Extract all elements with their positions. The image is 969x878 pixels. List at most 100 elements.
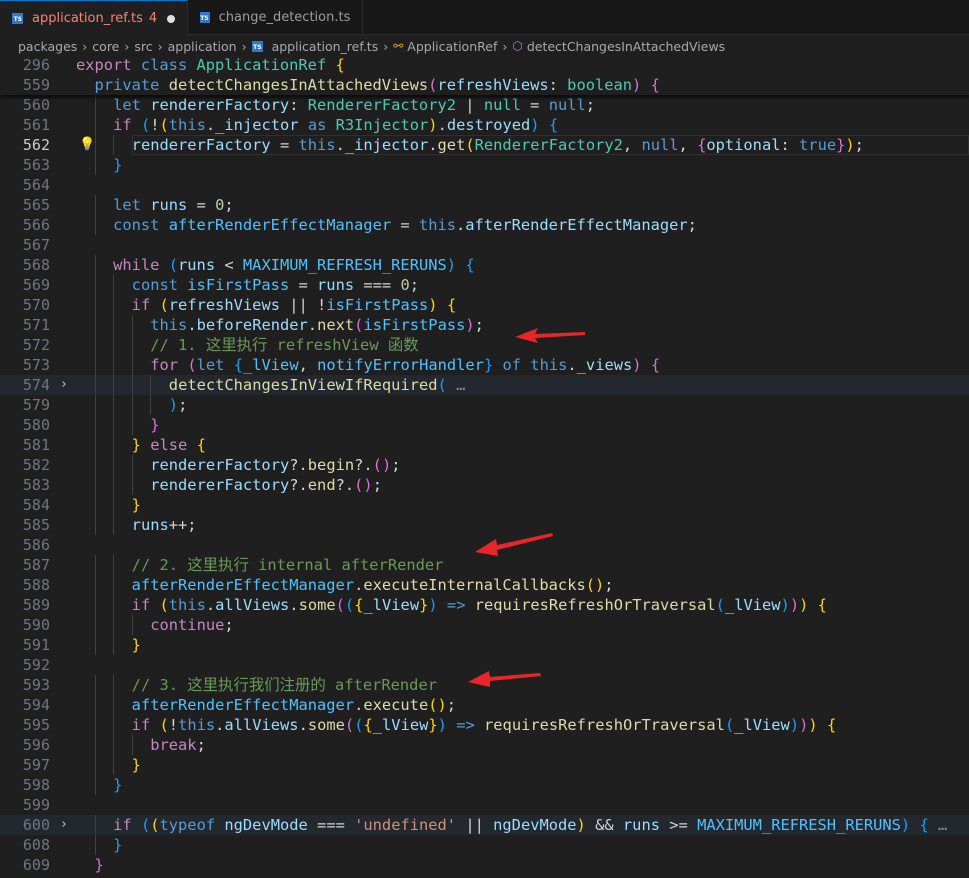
code-line[interactable]: 599 bbox=[0, 795, 969, 815]
code-line[interactable]: 562 💡 rendererFactory = this._injector.get… bbox=[0, 135, 969, 155]
code-line[interactable]: 559 private detectChangesInAttachedViews(… bbox=[0, 75, 969, 95]
code-line[interactable]: 567 bbox=[0, 235, 969, 255]
token-plain: | bbox=[456, 96, 484, 114]
lightbulb-icon[interactable]: 💡 bbox=[79, 135, 95, 155]
code-line[interactable]: 591} bbox=[0, 635, 969, 655]
code-line[interactable]: 584} bbox=[0, 495, 969, 515]
code-line[interactable]: 579); bbox=[0, 395, 969, 415]
indent-guide bbox=[113, 595, 115, 615]
token-var: afterRenderEffectManager bbox=[465, 216, 688, 234]
token-var: rendererFactory bbox=[140, 96, 290, 114]
code-line[interactable]: 560 let rendererFactory: RendererFactory2… bbox=[0, 95, 969, 115]
token-b3: ) bbox=[168, 396, 179, 414]
code-line[interactable]: 609} bbox=[0, 855, 969, 875]
code-line[interactable]: 597} bbox=[0, 755, 969, 775]
indent-guide bbox=[131, 395, 133, 415]
indent-guide bbox=[113, 435, 115, 455]
code-line[interactable]: 570 if (refreshViews || !isFirstPass) { bbox=[0, 295, 969, 315]
fold-chevron-icon[interactable]: › bbox=[60, 375, 68, 395]
breadcrumb-item[interactable]: detectChangesInAttachedViews bbox=[527, 39, 725, 54]
code-line[interactable]: 563} bbox=[0, 155, 969, 175]
token-ctrl: continue bbox=[150, 616, 225, 634]
code-line[interactable]: 581} else { bbox=[0, 435, 969, 455]
unsaved-dot-icon[interactable] bbox=[167, 14, 176, 23]
line-number: 560 bbox=[22, 96, 50, 114]
code-line[interactable]: 569 const isFirstPass = runs === 0; bbox=[0, 275, 969, 295]
breadcrumb-item[interactable]: core bbox=[92, 39, 119, 54]
code-line[interactable]: 608} bbox=[0, 835, 969, 855]
breadcrumb-item[interactable]: src bbox=[134, 39, 152, 54]
code-line[interactable]: 598} bbox=[0, 775, 969, 795]
breadcrumb-item[interactable]: ApplicationRef bbox=[407, 39, 497, 54]
breadcrumb-item[interactable]: application bbox=[168, 39, 237, 54]
code-line[interactable]: 568 while (runs < MAXIMUM_REFRESH_RERUNS)… bbox=[0, 255, 969, 275]
indent-guide bbox=[94, 395, 96, 415]
code-line[interactable]: 600 › if ((typeof ngDevMode === 'undefined… bbox=[0, 815, 969, 835]
token-plain: ; bbox=[178, 396, 188, 414]
code-line[interactable]: 572 // 1. 这里执行 refreshView 函数 bbox=[0, 335, 969, 355]
code-line[interactable]: 571 this.beforeRender.next(isFirstPass); bbox=[0, 315, 969, 335]
code-line[interactable]: 590 continue; bbox=[0, 615, 969, 635]
line-number: 585 bbox=[22, 516, 50, 534]
code-line[interactable]: 593 // 3. 这里执行我们注册的 afterRender bbox=[0, 675, 969, 695]
token-plain: && bbox=[585, 816, 623, 834]
breadcrumb-item[interactable]: packages bbox=[18, 39, 77, 54]
code-line[interactable]: 582 rendererFactory?.begin?.(); bbox=[0, 455, 969, 475]
chevron-right-icon: › bbox=[383, 38, 389, 54]
code-line[interactable]: 564 bbox=[0, 175, 969, 195]
line-number: 568 bbox=[22, 256, 50, 274]
indent-guide bbox=[113, 675, 115, 695]
indent-guide bbox=[94, 815, 96, 835]
token-plain: = bbox=[391, 216, 419, 234]
token-plain: . bbox=[205, 596, 216, 614]
fold-chevron-icon[interactable]: › bbox=[60, 815, 68, 835]
token-b1: { bbox=[363, 716, 373, 734]
token-b1: } bbox=[428, 716, 438, 734]
token-var: rendererFactory bbox=[150, 456, 290, 474]
tab-change-detection[interactable]: TS change_detection.ts bbox=[188, 0, 364, 35]
token-ctrl: if bbox=[131, 596, 151, 614]
code-line[interactable]: 573 for (let {_lView, notifyErrorHandler}… bbox=[0, 355, 969, 375]
tab-application-ref[interactable]: TS application_ref.ts 4 bbox=[0, 0, 189, 36]
code-line[interactable]: 588 afterRenderEffectManager.executeInter… bbox=[0, 575, 969, 595]
token-b3: ) bbox=[780, 596, 790, 614]
token-const: notifyErrorHandler bbox=[317, 356, 484, 374]
token-b1: ) bbox=[428, 296, 438, 314]
indent-guide bbox=[113, 455, 115, 475]
token-kw: private bbox=[94, 76, 160, 94]
token-b1: } bbox=[419, 596, 429, 614]
chevron-right-icon: › bbox=[241, 38, 247, 54]
code-line[interactable]: 595 if (!this.allViews.some(({_lView}) =>… bbox=[0, 715, 969, 735]
token-b2: ( bbox=[344, 716, 355, 734]
indent-guide bbox=[113, 395, 115, 415]
code-line[interactable]: 561 if (!(this._injector as R3Injector).d… bbox=[0, 115, 969, 135]
indent-guide bbox=[94, 115, 96, 135]
code-line[interactable]: 296 export class ApplicationRef { bbox=[0, 55, 969, 75]
code-line[interactable]: 589 if (this.allViews.some(({_lView}) => … bbox=[0, 595, 969, 615]
token-b3: ) bbox=[900, 816, 911, 834]
code-line[interactable]: 596 break; bbox=[0, 735, 969, 755]
code-line[interactable]: 566 const afterRenderEffectManager = this… bbox=[0, 215, 969, 235]
code-line[interactable]: 565 let runs = 0; bbox=[0, 195, 969, 215]
code-line[interactable]: 583 rendererFactory?.end?.(); bbox=[0, 475, 969, 495]
code-line[interactable]: 585 runs++; bbox=[0, 515, 969, 535]
code-text: while (runs < MAXIMUM_REFRESH_RERUNS) { bbox=[113, 255, 474, 275]
code-line[interactable]: 587 // 2. 这里执行 internal afterRender bbox=[0, 555, 969, 575]
indent-guide bbox=[131, 335, 133, 355]
code-text: rendererFactory?.end?.(); bbox=[150, 475, 382, 495]
code-editor[interactable]: 296 export class ApplicationRef {559 priva… bbox=[0, 55, 969, 878]
code-line[interactable]: 574 › detectChangesInViewIfRequired( … bbox=[0, 375, 969, 395]
code-text: // 1. 这里执行 refreshView 函数 bbox=[150, 335, 418, 355]
token-kw: typeof bbox=[159, 816, 216, 834]
token-b2: ) bbox=[799, 716, 809, 734]
sticky-scroll[interactable]: 296 export class ApplicationRef {559 priva… bbox=[0, 55, 969, 95]
code-line[interactable]: 592 bbox=[0, 655, 969, 675]
token-kw: => bbox=[446, 716, 485, 734]
code-line[interactable]: 580} bbox=[0, 415, 969, 435]
code-line[interactable]: 594 afterRenderEffectManager.execute(); bbox=[0, 695, 969, 715]
token-b2: ) bbox=[789, 596, 800, 614]
code-line[interactable]: 586 bbox=[0, 535, 969, 555]
breadcrumb-item[interactable]: application_ref.ts bbox=[272, 39, 379, 54]
indent-guide bbox=[94, 215, 96, 235]
